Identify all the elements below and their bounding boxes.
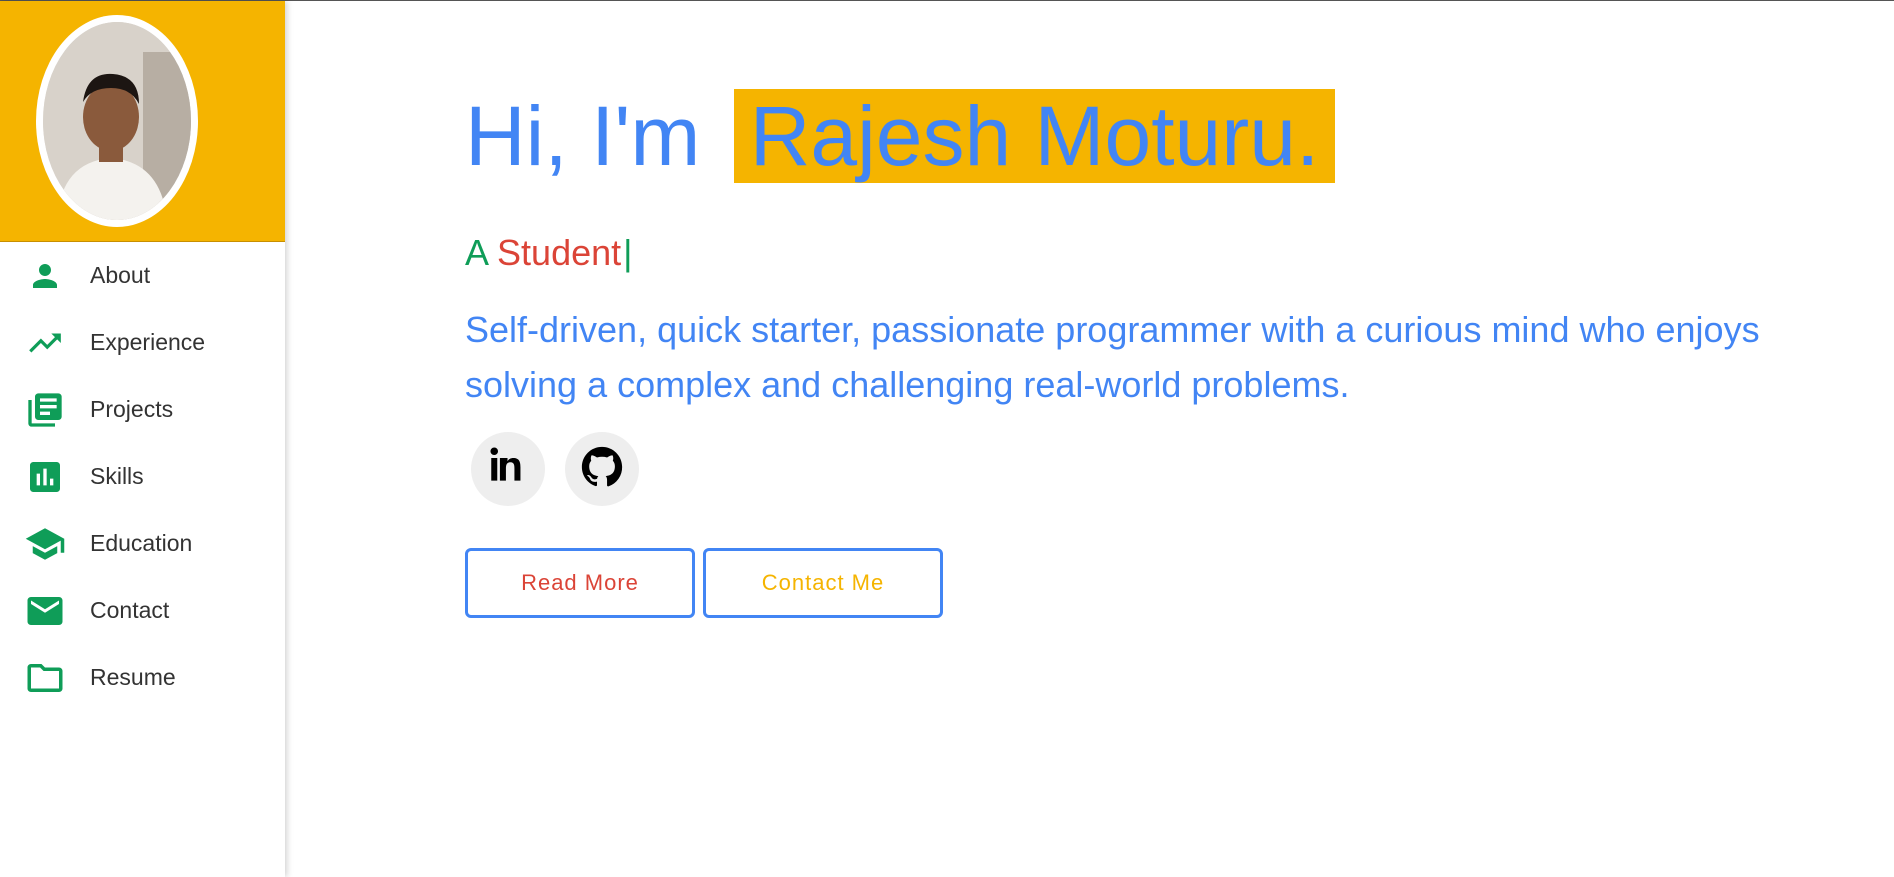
folder-icon bbox=[24, 657, 66, 699]
avatar bbox=[36, 15, 198, 227]
name-highlight: Rajesh Moturu. bbox=[733, 89, 1336, 183]
sidebar-item-contact[interactable]: Contact bbox=[0, 577, 285, 644]
greeting-text: Hi, I'm bbox=[465, 89, 701, 183]
bio-text: Self-driven, quick starter, passionate p… bbox=[465, 309, 1760, 405]
profile-photo bbox=[43, 22, 191, 220]
role-prefix: A bbox=[465, 232, 488, 273]
sidebar-item-label: Skills bbox=[90, 463, 144, 489]
sidebar-item-projects[interactable]: Projects bbox=[0, 376, 285, 443]
typing-caret: | bbox=[623, 232, 633, 273]
trending-up-icon bbox=[24, 322, 66, 364]
sidebar-item-resume[interactable]: Resume bbox=[0, 644, 285, 711]
library-books-icon bbox=[24, 389, 66, 431]
linkedin-icon bbox=[487, 446, 529, 493]
role-word: Student bbox=[497, 232, 622, 273]
mail-icon bbox=[24, 590, 66, 632]
sidebar-item-label: Projects bbox=[90, 396, 174, 422]
linkedin-link[interactable] bbox=[471, 432, 545, 506]
sidebar-item-skills[interactable]: Skills bbox=[0, 443, 285, 510]
sidebar-item-label: Contact bbox=[90, 597, 170, 623]
read-more-button[interactable]: Read More bbox=[465, 548, 695, 618]
social-links bbox=[471, 432, 639, 506]
cta-buttons: Read More Contact Me bbox=[465, 548, 943, 618]
sidebar-item-label: About bbox=[90, 262, 151, 288]
sidebar-item-experience[interactable]: Experience bbox=[0, 309, 285, 376]
sidebar: About Experience Projects Skills Educati… bbox=[0, 1, 285, 877]
hero-title: Hi, I'm Rajesh Moturu. bbox=[465, 86, 1336, 186]
person-icon bbox=[24, 255, 66, 297]
sidebar-header bbox=[0, 1, 285, 242]
bar-chart-icon bbox=[24, 456, 66, 498]
sidebar-item-label: Resume bbox=[90, 664, 176, 690]
sidebar-item-education[interactable]: Education bbox=[0, 510, 285, 577]
sidebar-item-about[interactable]: About bbox=[0, 242, 285, 309]
github-icon bbox=[581, 446, 623, 493]
sidebar-item-label: Education bbox=[90, 530, 193, 556]
graduation-cap-icon bbox=[24, 523, 66, 565]
sidebar-item-label: Experience bbox=[90, 329, 206, 355]
contact-me-button[interactable]: Contact Me bbox=[703, 548, 943, 618]
sidebar-nav: About Experience Projects Skills Educati… bbox=[0, 242, 285, 711]
role-typewriter: A Student| bbox=[465, 232, 633, 274]
github-link[interactable] bbox=[565, 432, 639, 506]
